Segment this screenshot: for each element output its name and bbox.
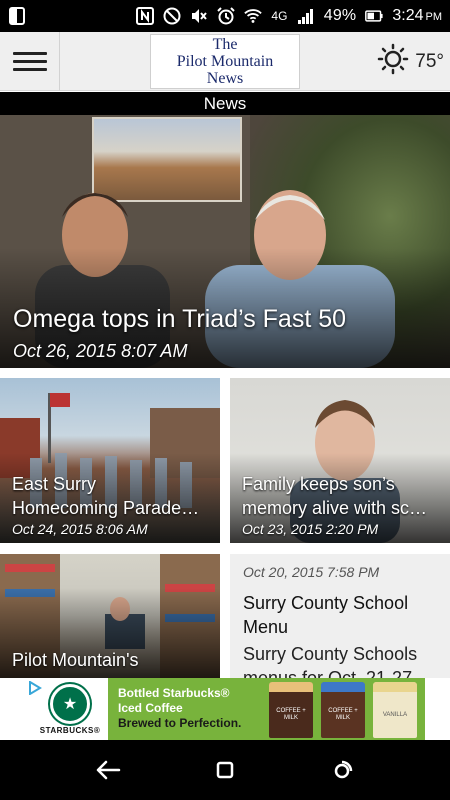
starbucks-logo: ★ STARBUCKS® — [34, 684, 106, 738]
siren-icon: ★ — [50, 684, 90, 724]
card-title: Surry County School Menu — [243, 593, 409, 637]
screenshot-icon — [8, 7, 26, 25]
card-summary: Surry County Schools menus for Oct. 21-2… — [243, 644, 418, 678]
story-card[interactable]: Oct 20, 2015 7:58 PM Surry County School… — [230, 554, 450, 678]
ad-tagline: Brewed to Perfection. — [118, 716, 242, 730]
ad-brand: STARBUCKS® — [39, 726, 101, 735]
hero-date: Oct 26, 2015 8:07 AM — [13, 341, 188, 361]
section-title: News — [0, 92, 450, 115]
story-card[interactable]: Family keeps son’s memory alive with sc…… — [230, 378, 450, 543]
logo-line-3: News — [206, 70, 244, 87]
battery-percent: 49% — [323, 7, 357, 24]
card-date: Oct 24, 2015 8:06 AM — [12, 521, 148, 537]
story-card[interactable]: Pilot Mountain's — [0, 554, 220, 678]
hamburger-icon — [12, 52, 47, 55]
wifi-icon — [244, 7, 263, 25]
app-bar: The Pilot Mountain News 75° — [0, 32, 450, 91]
recents-button[interactable] — [322, 750, 362, 790]
hero-title: Omega tops in Triad’s Fast 50 — [13, 305, 347, 333]
network-type: 4G — [271, 9, 288, 23]
home-icon — [216, 761, 234, 779]
battery-icon — [365, 7, 383, 25]
status-bar: 4G 49% 3:24 PM — [0, 0, 450, 32]
mute-icon — [190, 7, 208, 25]
story-card[interactable]: East Surry Homecoming Parade… Oct 24, 20… — [0, 378, 220, 543]
system-nav-bar — [0, 740, 450, 800]
ad-headline-2: Iced Coffee — [118, 701, 183, 715]
do-not-disturb-icon — [163, 7, 181, 25]
card-title-line-1: Pilot Mountain's — [12, 650, 139, 670]
hero-story[interactable]: Omega tops in Triad’s Fast 50 Oct 26, 20… — [0, 115, 450, 368]
bottle-icon: COFFEE + MILK — [321, 682, 365, 738]
logo-line-2: Pilot Mountain — [176, 53, 274, 70]
sun-icon — [377, 43, 409, 80]
card-title-line-2: memory alive with sc… — [242, 498, 428, 518]
ad-headline-1: Bottled Starbucks® — [118, 686, 230, 700]
logo-line-1: The — [212, 36, 238, 53]
card-title-line-2: Homecoming Parade… — [12, 498, 200, 518]
home-button[interactable] — [205, 750, 245, 790]
ad-banner[interactable]: ★ STARBUCKS® Bottled Starbucks® Iced Cof… — [0, 678, 450, 740]
card-title-line-1: East Surry — [12, 474, 97, 494]
bottle-icon: VANILLA — [373, 682, 417, 738]
back-icon — [97, 760, 121, 780]
card-title-line-1: Family keeps son’s — [242, 474, 395, 494]
menu-button[interactable] — [0, 32, 60, 91]
nfc-icon — [136, 7, 155, 25]
signal-icon — [297, 7, 315, 25]
bottle-icon: COFFEE + MILK — [269, 682, 313, 738]
clock: 3:24 PM — [392, 7, 442, 24]
recents-icon — [334, 760, 352, 779]
back-button[interactable] — [88, 750, 128, 790]
alarm-icon — [217, 7, 236, 25]
card-date: Oct 20, 2015 7:58 PM — [243, 564, 380, 580]
temperature: 75° — [415, 50, 444, 72]
weather-widget[interactable]: 75° — [377, 32, 444, 91]
ad-creative: Bottled Starbucks® Iced Coffee Brewed to… — [108, 678, 425, 740]
card-date: Oct 23, 2015 2:20 PM — [242, 521, 379, 537]
newspaper-logo[interactable]: The Pilot Mountain News — [150, 34, 300, 89]
